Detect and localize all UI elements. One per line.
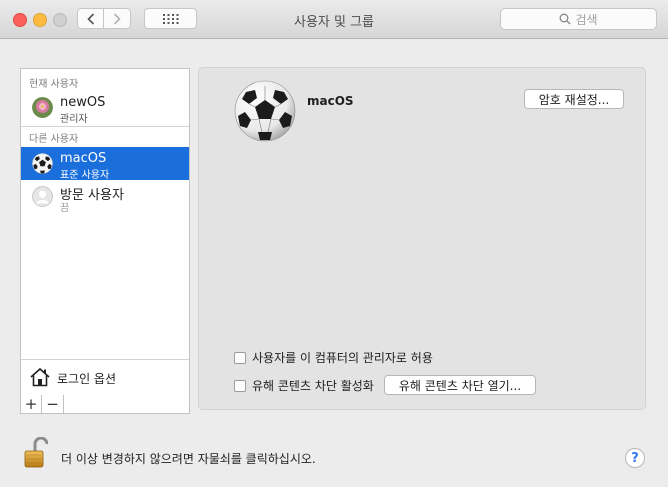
parental-controls-label: 유해 콘텐츠 차단 활성화 — [252, 379, 374, 393]
current-users-header: 현재 사용자 — [29, 79, 79, 90]
help-button[interactable]: ? — [625, 448, 645, 468]
user-row-guest[interactable]: 방문 사용자 끔 — [21, 180, 189, 214]
flower-avatar-icon — [32, 97, 53, 118]
user-role: 표준 사용자 — [60, 170, 110, 181]
selected-user-name: macOS — [307, 94, 354, 108]
preferences-window: 사용자 및 그룹 검색 현재 사용자 newOS 관리자 다른 사용자 macO… — [0, 0, 668, 487]
add-remove-bar: + − — [20, 395, 190, 414]
login-options-label: 로그인 옵션 — [57, 372, 117, 386]
open-parental-controls-button[interactable]: 유해 콘텐츠 차단 열기... — [384, 375, 536, 395]
add-user-button[interactable]: + — [20, 395, 42, 414]
lock-message: 더 이상 변경하지 않으려면 자물쇠를 클릭하십시오. — [61, 452, 316, 466]
user-name: newOS — [60, 95, 106, 110]
remove-user-button[interactable]: − — [42, 395, 64, 414]
lock-icon[interactable] — [24, 436, 49, 472]
allow-admin-checkbox[interactable] — [234, 351, 246, 364]
parental-controls-checkbox[interactable] — [234, 379, 246, 392]
login-options-row[interactable]: 로그인 옵션 — [21, 359, 189, 396]
allow-admin-option[interactable]: 사용자를 이 컴퓨터의 관리자로 허용 — [234, 349, 433, 366]
search-icon — [560, 13, 571, 25]
user-name: macOS — [60, 151, 107, 166]
house-icon — [29, 366, 51, 391]
user-name: 방문 사용자 — [60, 188, 124, 203]
reset-password-button[interactable]: 암호 재설정... — [524, 89, 624, 109]
user-list: 현재 사용자 newOS 관리자 다른 사용자 macOS 표준 사용자 방문 … — [20, 68, 190, 414]
soccer-ball-avatar-icon — [32, 153, 53, 174]
guest-avatar-icon — [32, 186, 53, 207]
user-row-macos[interactable]: macOS 표준 사용자 — [21, 147, 189, 181]
user-row-newos[interactable]: newOS 관리자 — [21, 91, 189, 125]
user-role: 관리자 — [60, 114, 88, 125]
parental-controls-option[interactable]: 유해 콘텐츠 차단 활성화 — [234, 377, 374, 394]
title-bar: 사용자 및 그룹 검색 — [0, 0, 668, 39]
allow-admin-label: 사용자를 이 컴퓨터의 관리자로 허용 — [252, 351, 433, 365]
user-role: 끔 — [60, 203, 70, 214]
soccer-ball-picture-icon[interactable] — [234, 80, 296, 142]
search-placeholder: 검색 — [575, 12, 598, 27]
user-detail-panel: macOS 암호 재설정... 사용자를 이 컴퓨터의 관리자로 허용 유해 콘… — [198, 67, 646, 410]
other-users-header: 다른 사용자 — [29, 134, 79, 145]
section-divider — [21, 126, 189, 127]
search-field[interactable]: 검색 — [500, 8, 657, 30]
